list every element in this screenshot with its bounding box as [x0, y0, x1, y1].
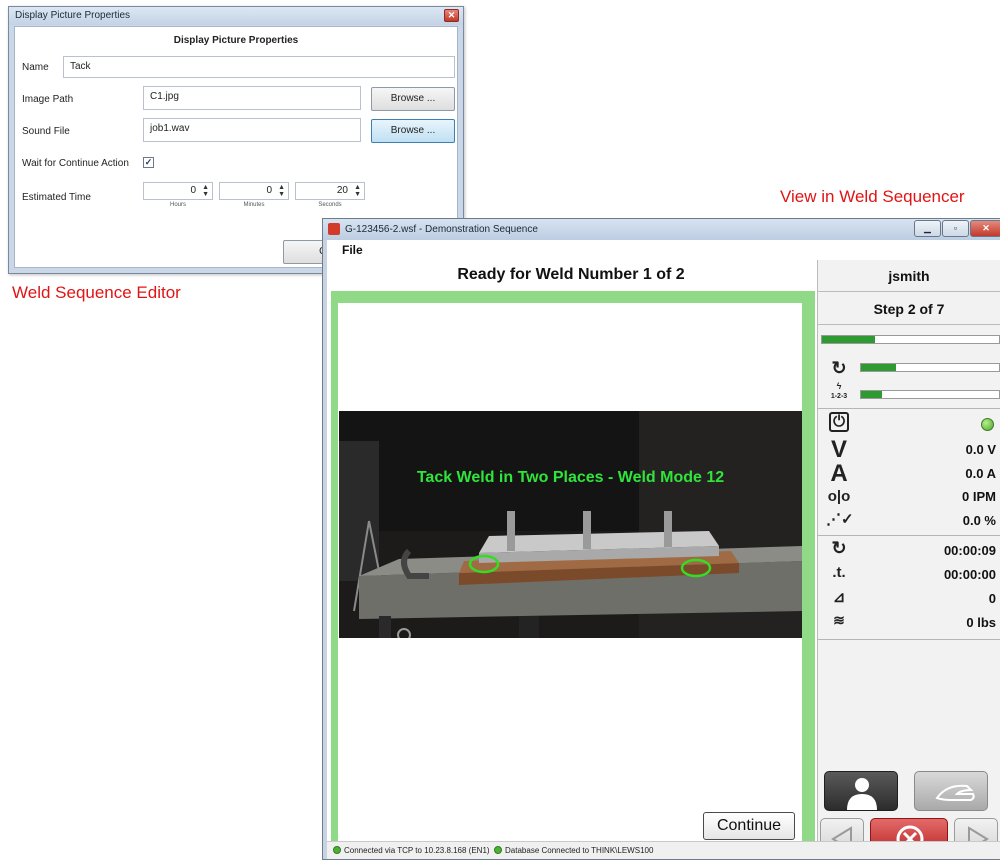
ready-status-heading: Ready for Weld Number 1 of 2 [457, 266, 685, 283]
database-status-text: Database Connected to THINK\LEWS100 [505, 846, 654, 855]
sequence-progress-fill [861, 391, 882, 398]
dialog-close-button[interactable]: ✕ [444, 9, 459, 22]
operator-icon [847, 778, 877, 810]
image-path-label: Image Path [22, 94, 74, 105]
trim-icon: ⋰✓ [826, 511, 854, 528]
seconds-caption: Seconds [318, 202, 342, 208]
timer-icon: ↻ [831, 358, 847, 378]
wait-continue-checkbox[interactable]: ✓ [143, 157, 154, 168]
hours-value: 0 [190, 185, 196, 196]
estimated-time-label: Estimated Time [22, 192, 91, 203]
name-field[interactable]: Tack [63, 56, 455, 78]
time-progress-bar [860, 363, 1000, 372]
status-bar: Connected via TCP to 10.23.8.168 (EN1) D… [327, 841, 1000, 859]
sequence-bolt-icon: ϟ [836, 381, 842, 391]
voltage-value: 0.0 V [965, 442, 996, 457]
current-value: 0.0 A [965, 466, 996, 481]
operator-button[interactable] [824, 771, 898, 811]
sound-file-label: Sound File [22, 126, 70, 137]
tcp-status-text: Connected via TCP to 10.23.8.168 (EN1) [344, 846, 490, 855]
name-label: Name [22, 62, 49, 73]
hand-button[interactable] [914, 771, 988, 811]
editor-caption: Weld Sequence Editor [12, 283, 181, 302]
menu-file[interactable]: File [327, 240, 1000, 260]
total-time-value: 00:00:00 [943, 567, 996, 582]
status-panel: jsmith Step 2 of 7 ↻ ϟ 1-2-3 ⏻ V 0.0 V A [817, 260, 1000, 858]
arc-timer-icon: ↻ [831, 538, 847, 558]
panel-divider [818, 639, 1000, 640]
sequence-icon: ϟ 1-2-3 [826, 382, 852, 401]
sequencer-client-area: File Ready for Weld Number 1 of 2 Tack W… [327, 240, 1000, 859]
weld-fixture-picture [339, 411, 802, 638]
operator-name: jsmith [818, 260, 1000, 292]
continue-button[interactable]: Continue [703, 812, 795, 840]
sequencer-caption: View in Weld Sequencer [780, 187, 965, 206]
stepper-arrows-icon[interactable]: ▲ ▼ [202, 184, 209, 198]
hours-stepper[interactable]: 0 ▲ ▼ [143, 182, 213, 200]
sequence-label: 1-2-3 [830, 393, 848, 400]
wire-feed-icon: o|o [827, 488, 851, 505]
sequencer-window-title: G-123456-2.wsf - Demonstration Sequence [345, 224, 538, 235]
browse-sound-button[interactable]: Browse ... [371, 119, 455, 143]
wire-weight-icon: ≋ [833, 612, 845, 628]
maximize-button[interactable]: ▫ [942, 220, 969, 237]
weld-instruction-text: Tack Weld in Two Places - Weld Mode 12 [416, 469, 725, 486]
weld-count-value: 0 [988, 591, 996, 606]
step-progress-bar [821, 335, 1000, 344]
panel-divider [818, 408, 1000, 409]
step-progress-fill [822, 336, 876, 343]
app-icon [328, 223, 340, 235]
minutes-stepper[interactable]: 0 ▲ ▼ [219, 182, 289, 200]
minutes-caption: Minutes [243, 202, 265, 208]
image-path-field[interactable]: C1.jpg [143, 86, 361, 110]
weld-sequencer-window: G-123456-2.wsf - Demonstration Sequence … [322, 218, 1000, 860]
sequencer-title-bar: G-123456-2.wsf - Demonstration Sequence … [323, 219, 1000, 240]
browse-image-button[interactable]: Browse ... [371, 87, 455, 111]
hand-icon [935, 784, 975, 801]
step-counter: Step 2 of 7 [818, 293, 1000, 325]
arc-time-value: 00:00:09 [943, 543, 996, 558]
total-time-icon: .t. [832, 564, 846, 581]
wire-weight-value: 0 lbs [966, 615, 996, 630]
current-icon: A [830, 460, 848, 487]
sequence-progress-bar [860, 390, 1000, 399]
minimize-button[interactable]: ▁ [914, 220, 941, 237]
weld-count-icon: ⊿ [832, 589, 846, 606]
hours-caption: Hours [169, 202, 186, 208]
dialog-title: Display Picture Properties [9, 7, 463, 25]
seconds-stepper[interactable]: 20 ▲ ▼ [295, 182, 365, 200]
dialog-heading: Display Picture Properties [173, 35, 299, 46]
sound-file-field[interactable]: job1.wav [143, 118, 361, 142]
wait-continue-label: Wait for Continue Action [22, 158, 129, 169]
power-icon: ⏻ [829, 412, 849, 432]
database-status-icon [494, 846, 503, 854]
percent-value: 0.0 % [962, 513, 996, 528]
wire-speed-value: 0 IPM [962, 489, 996, 504]
stepper-arrows-icon[interactable]: ▲ ▼ [354, 184, 361, 198]
stepper-arrows-icon[interactable]: ▲ ▼ [278, 184, 285, 198]
time-progress-fill [861, 364, 896, 371]
seconds-value: 20 [336, 185, 348, 196]
power-status-led [981, 418, 994, 431]
minutes-value: 0 [266, 185, 272, 196]
panel-divider [818, 535, 1000, 536]
tcp-status-icon [333, 846, 341, 854]
close-button[interactable]: ✕ [970, 220, 1000, 237]
weld-fixture-image: Tack Weld in Two Places - Weld Mode 12 [339, 411, 802, 638]
